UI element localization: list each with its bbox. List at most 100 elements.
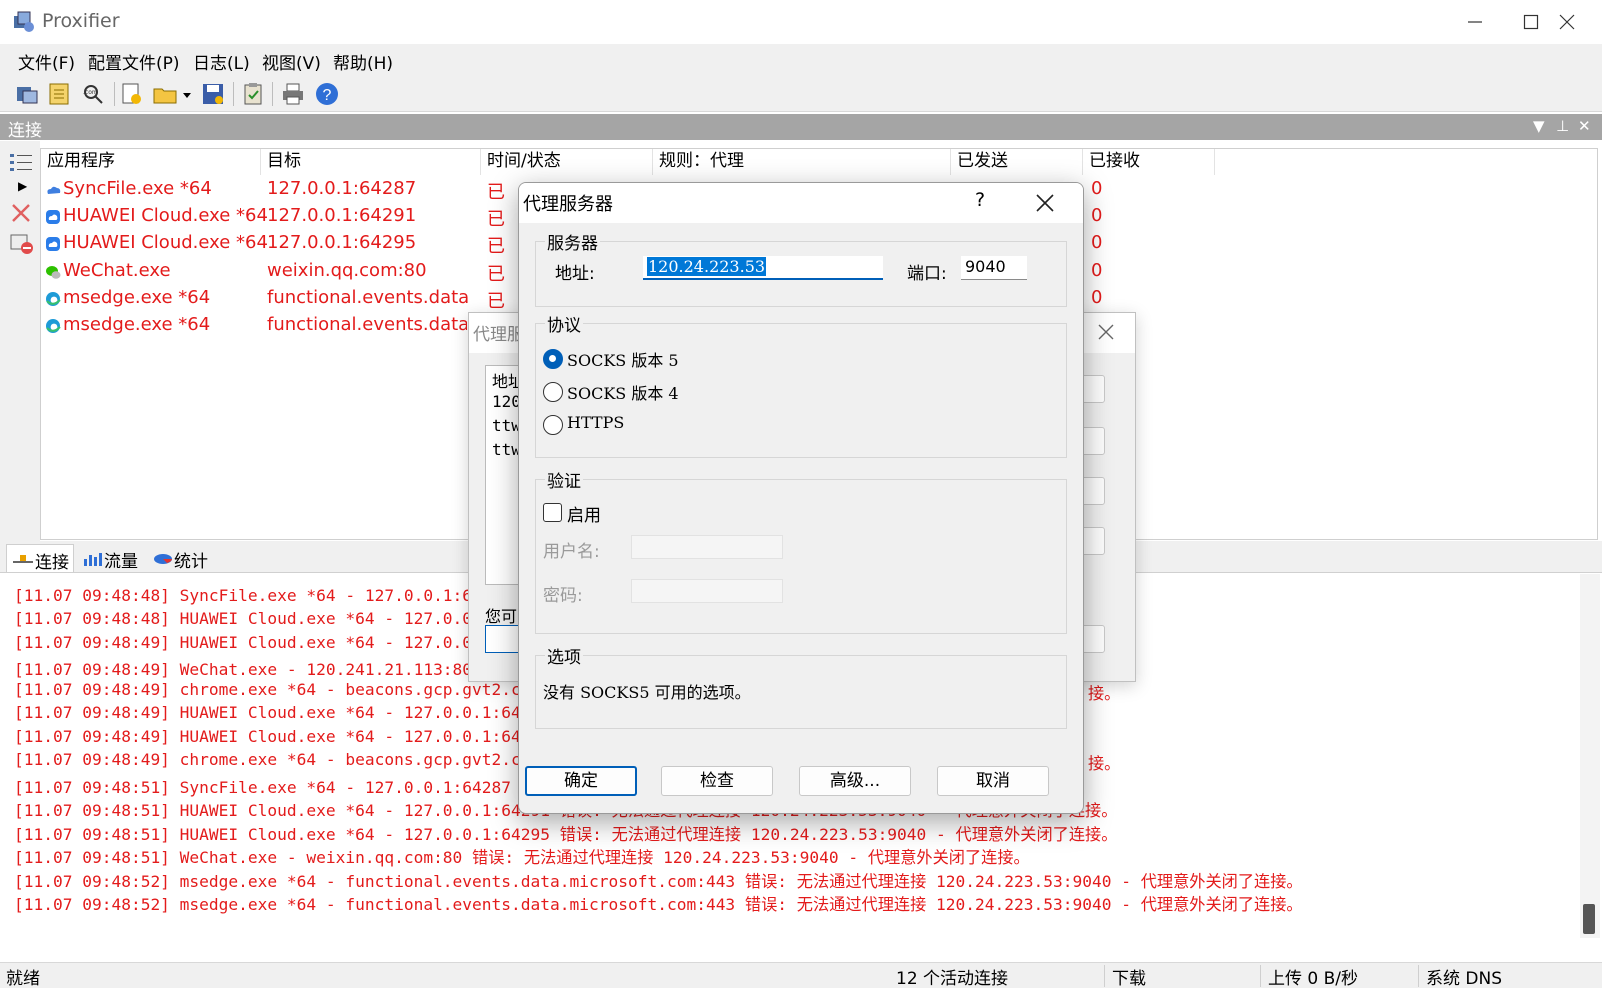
check-button[interactable]: 检查 [661, 766, 773, 796]
open-profile-icon[interactable] [152, 81, 178, 107]
list-view-icon[interactable] [10, 153, 32, 173]
target: 127.0.0.1:64287 [267, 178, 417, 199]
target: functional.events.data.... [267, 314, 467, 335]
received: 0 [1091, 260, 1103, 281]
pin-icon[interactable]: ⊥ [1556, 117, 1569, 135]
proxification-rules-icon[interactable] [46, 81, 72, 107]
log-line: [11.07 09:48:49] chrome.exe *64 - beacon… [14, 750, 560, 769]
pane-close-icon[interactable]: ✕ [1578, 117, 1591, 135]
log-line: [11.07 09:48:48] SyncFile.exe *64 - 127.… [14, 586, 512, 605]
address-value: 120.24.223.53 [647, 257, 767, 276]
received: 0 [1091, 178, 1103, 199]
svg-text:.com: .com [83, 89, 98, 96]
log-line: [11.07 09:48:49] HUAWEI Cloud.exe *64 - … [14, 727, 551, 746]
cancel-button[interactable]: 取消 [937, 766, 1049, 796]
dialog-title: 代理服务器 [523, 194, 613, 215]
proxy-list-item[interactable]: ttw [492, 440, 521, 459]
column-header-application[interactable]: 应用程序 [41, 149, 261, 175]
socks5-label[interactable]: SOCKS 版本 5 [567, 347, 679, 371]
password-input[interactable] [631, 579, 783, 603]
enable-auth-label[interactable]: 启用 [567, 501, 601, 526]
save-profile-icon[interactable] [200, 81, 226, 107]
name-resolution-icon[interactable]: .com [80, 81, 106, 107]
address-input[interactable]: 120.24.223.53 [643, 256, 883, 280]
app-name: msedge.exe *64 [63, 314, 211, 335]
proxy-servers-icon[interactable] [14, 81, 40, 107]
traffic-tab-icon [84, 553, 102, 566]
column-header-time-status[interactable]: 时间/状态 [481, 149, 653, 175]
status: 已 [487, 209, 505, 230]
app-name: SyncFile.exe *64 [63, 178, 212, 199]
close-icon[interactable] [1097, 323, 1115, 341]
close-icon[interactable] [1035, 193, 1055, 213]
syncfile-app-icon [47, 186, 61, 194]
status: 已 [487, 291, 505, 312]
column-header-rule-proxy[interactable]: 规则：代理 [653, 149, 951, 175]
advanced-button[interactable]: 高级... [799, 766, 911, 796]
tab-label: 统计 [174, 552, 208, 572]
proxifier-icon [14, 11, 34, 32]
authentication-group-title: 验证 [545, 467, 583, 492]
menu-file[interactable]: 文件(F) [18, 49, 75, 74]
log-line: [11.07 09:48:51] SyncFile.exe *64 - 127.… [14, 778, 554, 797]
tab-connections[interactable]: 连接 [6, 544, 74, 573]
menu-view[interactable]: 视图(V) [262, 49, 321, 74]
socks4-label[interactable]: SOCKS 版本 4 [567, 380, 679, 404]
close-window-button[interactable] [1532, 0, 1602, 44]
statistics-tab-icon [154, 554, 172, 564]
connections-tab-icon [13, 555, 33, 563]
remove-closed-icon[interactable] [10, 233, 34, 255]
close-connection-icon[interactable] [11, 203, 31, 223]
log-scrollbar-thumb[interactable] [1583, 904, 1595, 934]
menu-log[interactable]: 日志(L) [193, 49, 250, 74]
expand-arrow-icon[interactable]: ▶ [18, 179, 27, 193]
proxy-server-dialog: 代理服务器 ? 服务器 地址: 120.24.223.53 端口: 9040 协… [518, 182, 1084, 814]
socks4-radio[interactable] [543, 382, 563, 402]
menu-help[interactable]: 帮助(H) [333, 49, 393, 74]
status-upload: 上传 0 B/秒 [1268, 969, 1359, 989]
edge-app-icon [46, 319, 61, 333]
status: 已 [487, 264, 505, 285]
column-header-target[interactable]: 目标 [261, 149, 481, 175]
received: 0 [1091, 205, 1103, 226]
pane-menu-icon[interactable]: ▼ [1533, 117, 1545, 135]
proxy-list-item[interactable]: ttw [492, 416, 521, 435]
clipboard-icon[interactable] [240, 81, 266, 107]
protocol-group-title: 协议 [545, 311, 583, 336]
log-line: [11.07 09:48:51] WeChat.exe - weixin.qq.… [14, 848, 1030, 867]
app-name: msedge.exe *64 [63, 287, 211, 308]
log-scrollbar[interactable] [1580, 574, 1600, 938]
app-name: HUAWEI Cloud.exe *64 [63, 205, 268, 226]
port-label: 端口: [907, 264, 947, 284]
menu-bar: 文件(F) 配置文件(P) 日志(L) 视图(V) 帮助(H) [0, 44, 1602, 76]
log-line: [11.07 09:48:48] HUAWEI Cloud.exe *64 - … [14, 609, 512, 628]
https-label[interactable]: HTTPS [567, 413, 624, 432]
username-input[interactable] [631, 535, 783, 559]
socks5-radio[interactable] [543, 349, 563, 369]
ok-button[interactable]: 确定 [525, 766, 637, 796]
menu-profile[interactable]: 配置文件(P) [88, 49, 180, 74]
enable-auth-checkbox[interactable] [543, 503, 562, 522]
column-header-received[interactable]: 已接收 [1083, 149, 1215, 175]
connections-side-strip: ▶ [0, 141, 40, 541]
tab-traffic[interactable]: 流量 [78, 544, 142, 572]
toolbar: .com ? [0, 76, 1602, 112]
column-header-sent[interactable]: 已发送 [951, 149, 1083, 175]
dropdown-arrow-icon[interactable] [180, 81, 194, 107]
status-separator [1260, 965, 1261, 987]
https-radio[interactable] [543, 415, 563, 435]
status: 已 [487, 182, 505, 203]
password-label: 密码: [543, 586, 583, 606]
help-icon[interactable]: ? [314, 81, 340, 107]
edge-app-icon [46, 292, 61, 306]
help-button[interactable]: ? [975, 189, 985, 211]
status-dns: 系统 DNS [1426, 969, 1503, 989]
target: weixin.qq.com:80 [267, 260, 427, 281]
tab-statistics[interactable]: 统计 [148, 544, 212, 572]
print-icon[interactable] [280, 81, 306, 107]
toolbar-separator [233, 82, 234, 106]
huawei-cloud-app-icon [46, 210, 60, 224]
port-input[interactable]: 9040 [961, 256, 1027, 280]
proxy-list-item[interactable]: 120 [492, 392, 521, 411]
new-profile-icon[interactable] [118, 81, 144, 107]
